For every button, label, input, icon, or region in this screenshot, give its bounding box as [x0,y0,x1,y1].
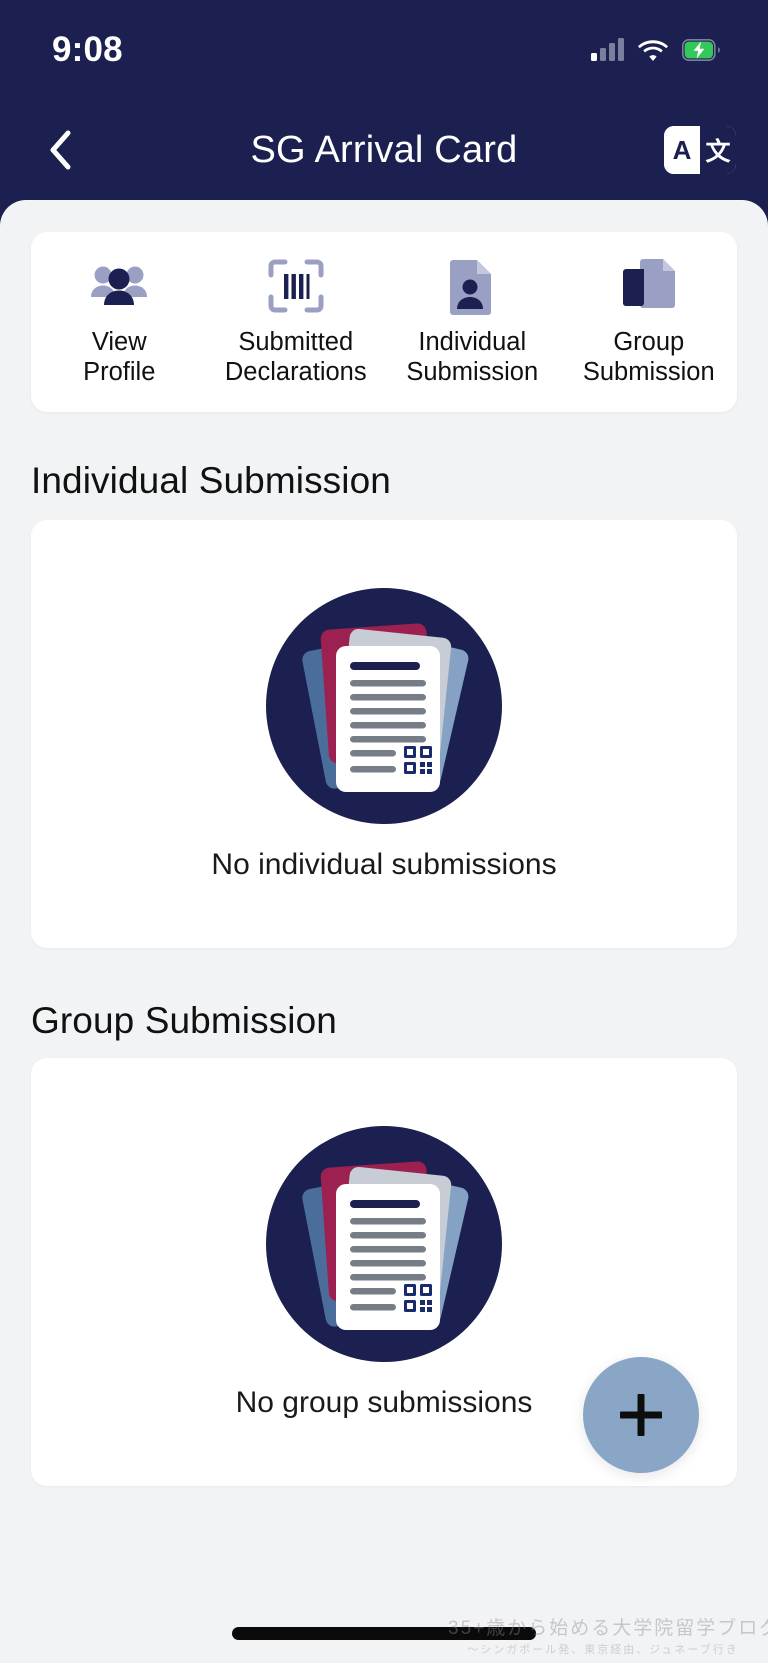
plus-icon [620,1394,662,1436]
home-indicator-area: 35+歳から始める大学院留学ブログ 〜シンガポール発、東京経由、ジュネーブ行き [0,1563,768,1663]
individual-submission-empty-card: No individual submissions [31,520,737,948]
quick-action-label: Individual Submission [406,328,539,386]
home-indicator[interactable] [232,1627,536,1640]
group-submission-section-title: Group Submission [31,1000,337,1041]
language-cjk-label: 文 [700,126,736,174]
quick-action-label: Submitted Declarations [224,328,367,386]
content-sheet: View Profile Submitted Declarations Indi… [0,200,768,1563]
status-bar: 9:08 [0,0,768,100]
barcode-scan-icon [268,257,324,315]
status-bar-time: 9:08 [52,30,123,69]
language-latin-label: A [664,126,700,174]
individual-submission-section-title: Individual Submission [31,460,391,501]
documents-clipboard-qr-illustration [266,1126,502,1362]
quick-action-view-profile[interactable]: View Profile [31,257,208,387]
status-bar-indicators [591,38,720,61]
wifi-icon [638,40,668,61]
cellular-signal-icon [591,38,624,61]
quick-action-group-submission[interactable]: Group Submission [561,257,738,387]
watermark-sub-text: 〜シンガポール発、東京経由、ジュネーブ行き [467,1644,739,1656]
documents-stack-icon [621,257,677,315]
language-toggle-button[interactable]: A 文 [664,126,736,174]
quick-actions-card: View Profile Submitted Declarations Indi… [31,232,737,412]
battery-charging-icon [682,39,720,61]
documents-clipboard-qr-illustration [266,588,502,824]
phone-screen: 9:08 SG Arrival Card A 文 View Profile Su… [0,0,768,1663]
back-button[interactable] [30,120,90,180]
quick-action-individual-submission[interactable]: Individual Submission [384,257,561,387]
individual-empty-message: No individual submissions [211,848,557,881]
quick-action-submitted-declarations[interactable]: Submitted Declarations [208,257,385,387]
add-submission-fab[interactable] [583,1357,699,1473]
back-chevron-icon [50,130,71,170]
document-person-icon [449,257,495,315]
people-group-icon [90,257,148,315]
page-title: SG Arrival Card [250,128,518,171]
quick-action-label: Group Submission [582,328,715,386]
group-empty-message: No group submissions [235,1386,533,1419]
navigation-header: SG Arrival Card A 文 [0,100,768,200]
quick-action-label: View Profile [83,328,156,386]
